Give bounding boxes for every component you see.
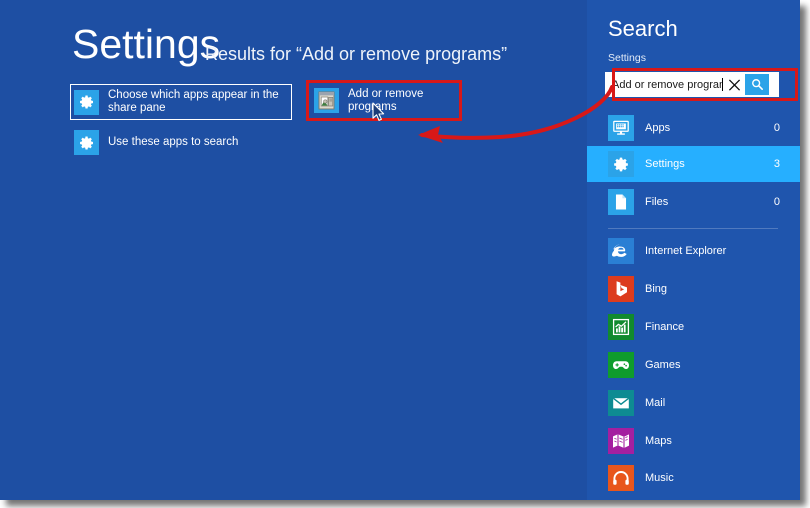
add-remove-programs-icon <box>314 88 339 113</box>
music-headphones-icon <box>608 465 634 491</box>
mail-envelope-icon <box>608 390 634 416</box>
app-label: Finance <box>645 321 685 333</box>
finance-chart-icon <box>608 314 634 340</box>
result-tile-label: Choose which apps appear in the share pa… <box>108 89 279 114</box>
app-row-finance[interactable]: Finance <box>587 311 800 343</box>
gear-icon <box>74 130 99 155</box>
search-box[interactable] <box>605 72 779 97</box>
close-icon[interactable] <box>723 73 745 96</box>
divider <box>608 228 778 229</box>
app-window: Settings Results for “Add or remove prog… <box>0 0 800 500</box>
result-tile-use-apps-to-search[interactable]: Use these apps to search <box>70 126 292 159</box>
scope-label: Files <box>645 196 669 208</box>
scope-label: Apps <box>645 122 671 134</box>
apps-monitor-icon <box>608 115 634 141</box>
search-charm-panel: Search Settings Add or remove programs S… <box>587 0 800 500</box>
app-label: Internet Explorer <box>645 245 727 257</box>
app-label: Bing <box>645 283 668 295</box>
mouse-cursor <box>372 102 385 121</box>
app-label: Mail <box>645 397 666 409</box>
result-tile-label: Use these apps to search <box>108 136 239 148</box>
scope-count: 0 <box>773 196 780 208</box>
scope-label: Settings <box>645 158 685 170</box>
internet-explorer-icon <box>608 238 634 264</box>
maps-folded-icon <box>608 428 634 454</box>
app-row-bing[interactable]: Bing <box>587 273 800 305</box>
app-row-games[interactable]: Games <box>587 349 800 381</box>
app-row-mail[interactable]: Mail <box>587 387 800 419</box>
charm-scope-label: Settings <box>608 52 646 64</box>
search-input[interactable] <box>606 73 724 96</box>
scope-row-settings[interactable]: Settings 3 <box>587 146 800 182</box>
result-tile-share-pane[interactable]: Choose which apps appear in the share pa… <box>70 84 292 120</box>
app-row-maps[interactable]: Maps <box>587 425 800 457</box>
search-icon[interactable] <box>745 74 769 95</box>
app-row-music[interactable]: Music <box>587 462 800 494</box>
file-page-icon <box>608 189 634 215</box>
gear-icon <box>74 89 99 115</box>
scope-count: 3 <box>773 158 780 170</box>
scope-count: 0 <box>773 122 780 134</box>
app-row-internet-explorer[interactable]: Internet Explorer <box>587 235 800 267</box>
games-controller-icon <box>608 352 634 378</box>
results-for-label: Results for “Add or remove programs” <box>205 44 508 64</box>
bing-icon <box>608 276 634 302</box>
result-tile-label: Add or remove programs <box>348 87 424 113</box>
app-label: Games <box>645 359 681 371</box>
charm-title: Search <box>608 16 678 41</box>
scope-row-files[interactable]: Files 0 <box>587 184 800 220</box>
app-label: Music <box>645 472 674 484</box>
scope-row-apps[interactable]: Apps 0 <box>587 110 800 146</box>
gear-icon <box>608 151 634 177</box>
app-label: Maps <box>645 435 672 447</box>
page-title: Settings <box>72 21 221 67</box>
results-pane: Settings Results for “Add or remove prog… <box>0 0 587 500</box>
